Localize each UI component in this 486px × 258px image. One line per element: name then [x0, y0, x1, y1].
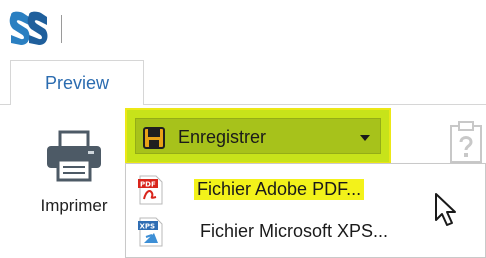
print-button[interactable]: Imprimer: [28, 122, 120, 226]
svg-text:XPS: XPS: [140, 223, 156, 231]
pdf-file-icon: PDF: [136, 175, 166, 205]
save-button-label: Enregistrer: [178, 127, 267, 147]
menu-item-adobe-pdf[interactable]: PDF Fichier Adobe PDF...: [126, 170, 485, 210]
chevron-down-icon[interactable]: [360, 135, 370, 141]
xps-file-icon: XPS: [136, 217, 166, 247]
mouse-pointer-icon: [434, 192, 460, 228]
title-separator: [61, 15, 62, 43]
menu-item-microsoft-xps-label: Fichier Microsoft XPS...: [200, 221, 389, 241]
save-button-face: Enregistrer: [135, 118, 381, 154]
floppy-disk-icon: [142, 126, 166, 150]
print-button-label: Imprimer: [40, 196, 108, 215]
menu-item-microsoft-xps[interactable]: XPS Fichier Microsoft XPS...: [126, 212, 485, 252]
svg-text:PDF: PDF: [140, 181, 156, 189]
clipboard-icon: [445, 120, 486, 164]
tab-preview-label: Preview: [44, 72, 110, 93]
tab-preview[interactable]: Preview: [10, 60, 144, 105]
save-format-menu: PDF Fichier Adobe PDF... XPS Fichier Mic…: [125, 163, 486, 258]
printer-icon: [44, 130, 104, 184]
menu-item-adobe-pdf-label: Fichier Adobe PDF...: [194, 179, 365, 200]
app-logo-icon: [9, 11, 49, 47]
save-dropdown-button[interactable]: Enregistrer: [125, 108, 391, 164]
